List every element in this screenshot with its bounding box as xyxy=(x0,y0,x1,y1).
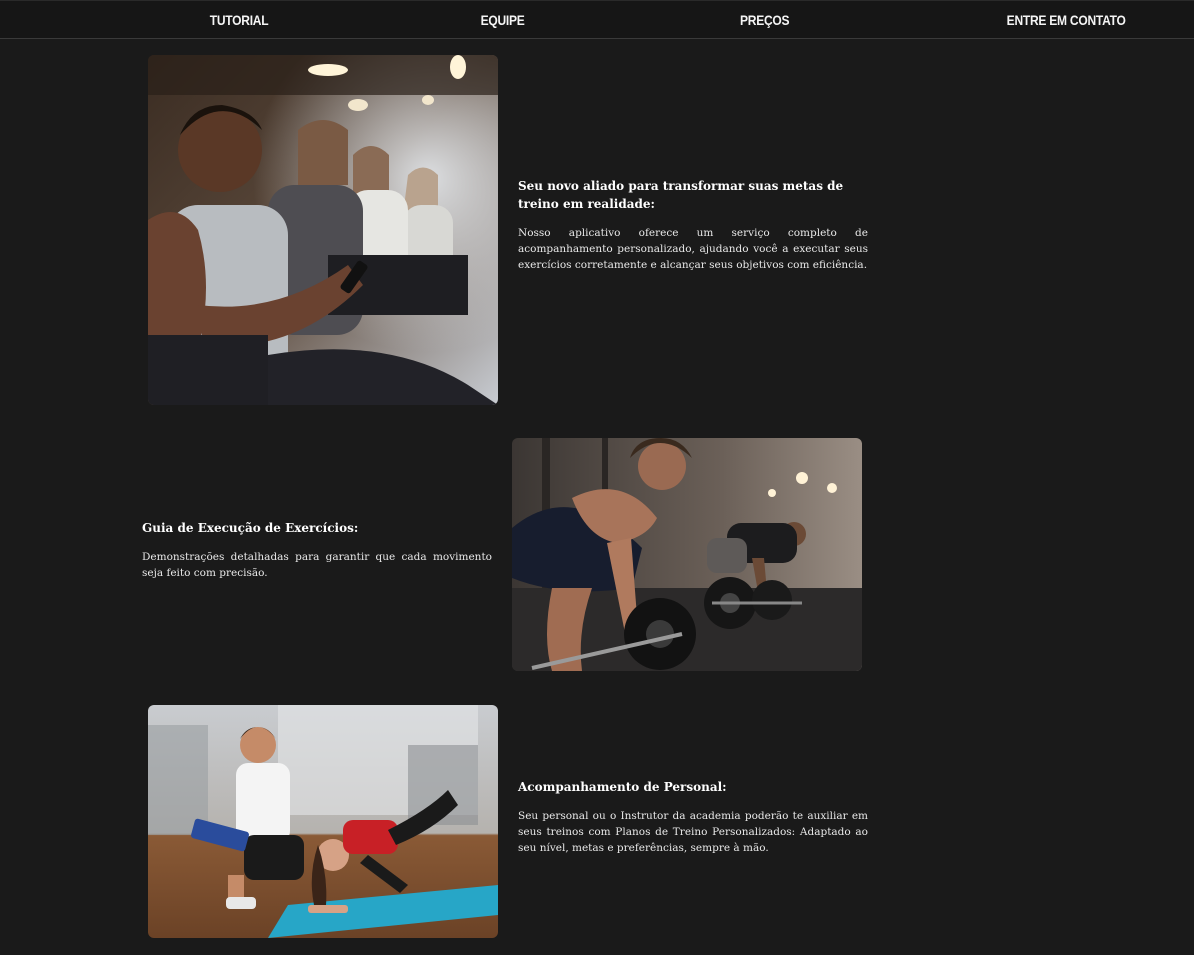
section-personal-body: Seu personal ou o Instrutor da academia … xyxy=(518,810,868,854)
section-guia: Guia de Execução de Exercícios: Demonstr… xyxy=(142,519,492,581)
section-aliado-title: Seu novo aliado para transformar suas me… xyxy=(518,179,844,211)
section-guia-body: Demonstrações detalhadas para garantir q… xyxy=(142,551,492,579)
nav-item-tutorial[interactable]: TUTORIAL xyxy=(210,12,269,28)
nav-item-equipe[interactable]: EQUIPE xyxy=(481,12,525,28)
section-aliado: Seu novo aliado para transformar suas me… xyxy=(518,177,868,273)
personal-trainer-photo xyxy=(148,705,498,938)
gym-deadlift-photo xyxy=(512,438,862,671)
nav-item-precos[interactable]: PREÇOS xyxy=(740,12,790,28)
nav-item-entre-em-contato[interactable]: ENTRE EM CONTATO xyxy=(1007,12,1126,28)
section-guia-title: Guia de Execução de Exercícios: xyxy=(142,521,359,535)
section-personal: Acompanhamento de Personal: Seu personal… xyxy=(518,778,868,856)
top-navigation: TUTORIAL EQUIPE PREÇOS ENTRE EM CONTATO xyxy=(0,0,1194,39)
gym-phones-photo xyxy=(148,55,498,405)
section-aliado-body: Nosso aplicativo oferece um serviço comp… xyxy=(518,227,868,271)
section-personal-title: Acompanhamento de Personal: xyxy=(518,780,727,794)
